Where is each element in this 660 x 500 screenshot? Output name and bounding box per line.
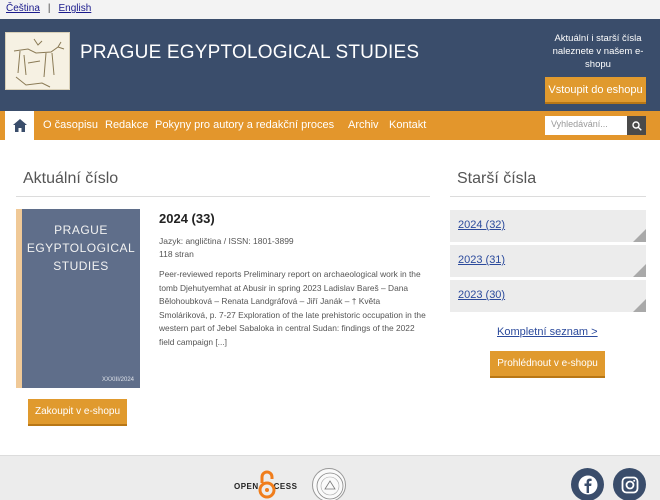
nav-item-contact[interactable]: Kontakt [389,111,426,140]
cover-title: PRAGUE EGYPTOLOGICAL STUDIES [22,221,140,275]
nav-item-author-guidelines[interactable]: Pokyny pro autory a redakční proces [155,111,334,140]
issue-language-issn: Jazyk: angličtina / ISSN: 1801-3899 [159,236,294,246]
browse-eshop-button[interactable]: Prohlédnout v e-shopu [490,351,605,378]
issue-title[interactable]: 2024 (33) [159,211,215,226]
nav-item-about[interactable]: O časopisu [43,111,98,140]
buy-in-eshop-button[interactable]: Zakoupit v e-shopu [28,399,127,426]
cover-panel: PRAGUE EGYPTOLOGICAL STUDIES XXXIII/2024 [22,209,140,388]
issue-cover[interactable]: PRAGUE EGYPTOLOGICAL STUDIES XXXIII/2024 [16,209,140,388]
nav-item-editorial-board[interactable]: Redakce [105,111,148,140]
divider [16,196,430,197]
older-issue-item[interactable]: 2023 (31) [450,245,646,277]
enter-eshop-button[interactable]: Vstoupit do eshopu [545,77,646,104]
shop-note: Aktuální i starší čísla naleznete v naše… [552,33,644,70]
home-button[interactable] [5,111,34,140]
divider [450,196,646,197]
older-issue-link[interactable]: 2023 (30) [458,289,505,301]
instagram-button[interactable] [613,468,646,500]
university-seal-icon[interactable] [312,468,346,500]
search-input[interactable]: Vyhledávání... [545,116,627,135]
older-issue-item[interactable]: 2024 (32) [450,210,646,242]
corner-fold [633,299,646,312]
cover-title-line: STUDIES [53,259,109,273]
full-list-link[interactable]: Kompletní seznam > [497,326,598,338]
search-icon [631,120,642,131]
language-bar: Čeština | English [0,0,660,19]
issue-abstract: Peer-reviewed reports Preliminary report… [159,269,426,347]
lang-english-link[interactable]: English [59,3,92,14]
lang-separator: | [47,3,51,14]
instagram-icon [621,476,638,493]
cover-title-line: EGYPTOLOGICAL [26,241,136,255]
issue-pages: 118 stran [159,249,194,259]
corner-fold [633,229,646,242]
facebook-button[interactable] [571,468,604,500]
site-title[interactable]: PRAGUE EGYPTOLOGICAL STUDIES [80,42,419,64]
older-issue-item[interactable]: 2023 (30) [450,280,646,312]
search-button[interactable] [627,116,646,135]
corner-fold [633,264,646,277]
main-nav: O časopisu Redakce Pokyny pro autory a r… [0,111,660,140]
older-issue-link[interactable]: 2023 (31) [458,254,505,266]
older-issue-link[interactable]: 2024 (32) [458,219,505,231]
site-header: PRAGUE EGYPTOLOGICAL STUDIES Aktuální i … [0,19,660,111]
current-issue-heading: Aktuální číslo [23,170,119,187]
older-issues-heading: Starší čísla [457,170,537,187]
facebook-icon [578,475,597,494]
site-logo[interactable] [5,32,70,90]
nav-item-archive[interactable]: Archiv [348,111,379,140]
lang-czech-link[interactable]: Čeština [6,3,40,14]
cover-title-line: PRAGUE [54,223,108,237]
home-icon [12,119,27,132]
cover-volume: XXXIII/2024 [101,377,134,383]
open-access-lock-icon [258,470,276,499]
